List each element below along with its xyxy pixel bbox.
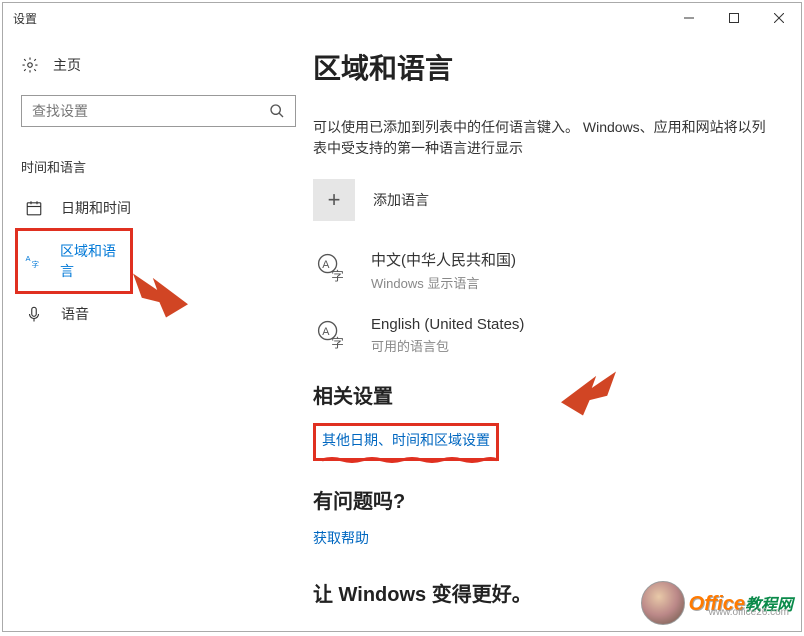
home-link[interactable]: 主页 — [21, 55, 285, 75]
gear-icon — [21, 56, 39, 74]
avatar — [641, 581, 685, 625]
question-heading: 有问题吗? — [313, 485, 771, 514]
underline-annotation — [322, 450, 497, 456]
add-language-button[interactable]: + 添加语言 — [313, 179, 771, 221]
nav-label: 日期和时间 — [61, 198, 131, 218]
svg-text:A: A — [322, 259, 330, 271]
page-title: 区域和语言 — [313, 47, 771, 87]
language-item-zh[interactable]: A字 中文(中华人民共和国) Windows 显示语言 — [313, 249, 771, 292]
search-placeholder: 查找设置 — [32, 101, 88, 121]
language-name: English (United States) — [371, 316, 524, 333]
related-heading: 相关设置 — [313, 380, 771, 409]
titlebar: 设置 — [3, 3, 801, 33]
search-icon — [269, 103, 285, 119]
search-input[interactable]: 查找设置 — [21, 95, 296, 127]
svg-text:字: 字 — [331, 270, 344, 284]
related-settings-link[interactable]: 其他日期、时间和区域设置 — [322, 432, 490, 448]
plus-icon: + — [313, 179, 355, 221]
nav-date-time[interactable]: 日期和时间 — [21, 188, 285, 228]
svg-text:A: A — [322, 326, 330, 338]
language-name: 中文(中华人民共和国) — [371, 249, 516, 270]
language-az-icon: A字 — [24, 252, 42, 270]
language-subtext: 可用的语言包 — [371, 336, 524, 355]
language-glyph-icon: A字 — [313, 316, 353, 356]
nav-label: 区域和语言 — [60, 241, 126, 281]
svg-text:字: 字 — [331, 337, 344, 351]
close-button[interactable] — [756, 3, 801, 33]
microphone-icon — [25, 305, 43, 323]
language-subtext: Windows 显示语言 — [371, 273, 516, 292]
window-title: 设置 — [13, 10, 37, 27]
svg-text:字: 字 — [32, 259, 40, 269]
calendar-icon — [25, 199, 43, 217]
watermark: Office教程网 www.office26.com — [641, 581, 793, 625]
nav-region-language[interactable]: A字 区域和语言 — [15, 228, 133, 294]
maximize-button[interactable] — [711, 3, 756, 33]
section-label: 时间和语言 — [21, 157, 285, 176]
annotation-arrow-icon — [561, 371, 616, 416]
sidebar: 主页 查找设置 时间和语言 日期和时间 A字 区域和语言 语音 — [3, 33, 303, 631]
main-content: 区域和语言 可以使用已添加到列表中的任何语言键入。 Windows、应用和网站将… — [303, 33, 801, 631]
description: 可以使用已添加到列表中的任何语言键入。 Windows、应用和网站将以列表中受支… — [313, 117, 771, 159]
minimize-button[interactable] — [666, 3, 711, 33]
language-item-en[interactable]: A字 English (United States) 可用的语言包 — [313, 316, 771, 356]
highlight-box: 其他日期、时间和区域设置 — [313, 423, 499, 461]
get-help-link[interactable]: 获取帮助 — [313, 530, 369, 546]
annotation-arrow-icon — [133, 273, 188, 318]
add-language-label: 添加语言 — [373, 190, 429, 210]
svg-text:A: A — [26, 254, 31, 263]
home-label: 主页 — [53, 55, 81, 75]
watermark-url: www.office26.com — [709, 607, 789, 618]
language-glyph-icon: A字 — [313, 249, 353, 289]
nav-label: 语音 — [61, 304, 89, 324]
